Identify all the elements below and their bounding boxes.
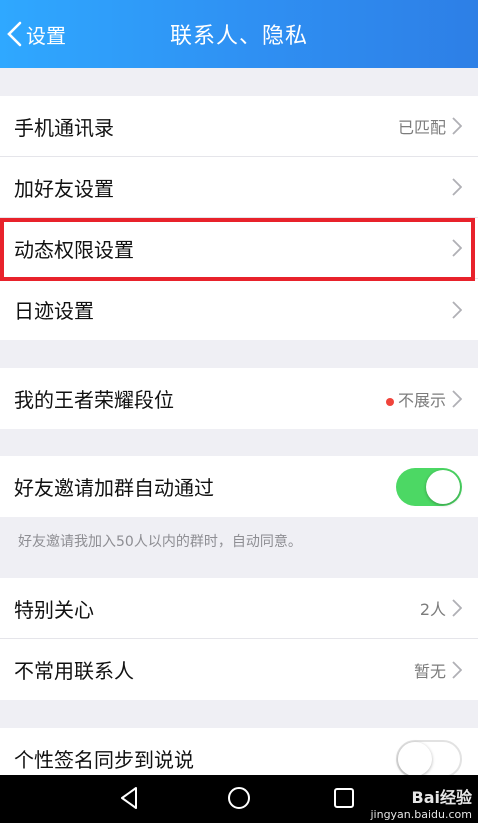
chevron-right-icon: [452, 178, 462, 196]
toggle-knob: [398, 741, 432, 776]
toggle-knob: [426, 469, 460, 504]
watermark-logo: Bai经验: [411, 788, 472, 807]
row-label: 动态权限设置: [14, 237, 134, 262]
row-phone-contacts[interactable]: 手机通讯录 已匹配: [0, 96, 478, 157]
chevron-right-icon: [452, 300, 462, 319]
row-label: 手机通讯录: [14, 115, 114, 140]
watermark-url: jingyan.baidu.com: [370, 808, 472, 821]
auto-accept-group: 好友邀请加群自动通过: [0, 456, 478, 517]
game-rank-group: 我的王者荣耀段位 不展示: [0, 368, 478, 429]
back-triangle-icon[interactable]: [118, 785, 140, 815]
chevron-right-icon: [452, 599, 462, 617]
auto-accept-hint: 好友邀请我加入50人以内的群时，自动同意。: [18, 534, 302, 550]
chevron-right-icon: [452, 239, 462, 257]
row-auto-accept-group-invite: 好友邀请加群自动通过: [0, 456, 478, 517]
row-honor-of-kings-rank[interactable]: 我的王者荣耀段位 不展示: [0, 368, 478, 429]
row-value: 暂无: [413, 661, 446, 681]
row-infrequent-contacts[interactable]: 不常用联系人 暂无: [0, 639, 478, 700]
row-value: 已匹配: [397, 118, 446, 137]
row-daily-moment-settings[interactable]: 日迹设置: [0, 279, 478, 340]
care-group: 特别关心 2人 不常用联系人 暂无: [0, 578, 478, 700]
chevron-right-icon: [452, 389, 462, 408]
nav-header: 设置 联系人、隐私: [0, 0, 478, 68]
row-label: 加好友设置: [14, 176, 114, 201]
red-dot-icon: [385, 397, 394, 406]
row-value: 2人: [419, 600, 446, 619]
row-value: 不展示: [397, 390, 446, 410]
baidu-jingyan-watermark: Bai经验 jingyan.baidu.com: [370, 784, 472, 821]
row-label: 个性签名同步到说说: [14, 748, 194, 772]
row-label: 不常用联系人: [14, 659, 134, 683]
recents-square-icon[interactable]: [332, 785, 356, 815]
row-special-care[interactable]: 特别关心 2人: [0, 578, 478, 639]
signature-sync-toggle[interactable]: [396, 739, 462, 778]
system-nav-bar: Bai经验 jingyan.baidu.com: [0, 775, 478, 823]
row-label: 好友邀请加群自动通过: [14, 476, 214, 500]
contacts-group: 手机通讯录 已匹配 加好友设置 动态权限设置 日迹设置: [0, 96, 478, 340]
row-feed-permission-settings[interactable]: 动态权限设置: [0, 218, 478, 279]
row-add-friend-settings[interactable]: 加好友设置: [0, 157, 478, 218]
row-label: 日迹设置: [14, 299, 94, 323]
auto-accept-toggle[interactable]: [396, 467, 462, 506]
page-title: 联系人、隐私: [169, 24, 308, 49]
row-label: 我的王者荣耀段位: [14, 388, 174, 412]
row-label: 特别关心: [14, 597, 94, 622]
home-circle-icon[interactable]: [226, 785, 252, 815]
chevron-right-icon: [452, 117, 462, 135]
chevron-right-icon: [452, 660, 462, 679]
